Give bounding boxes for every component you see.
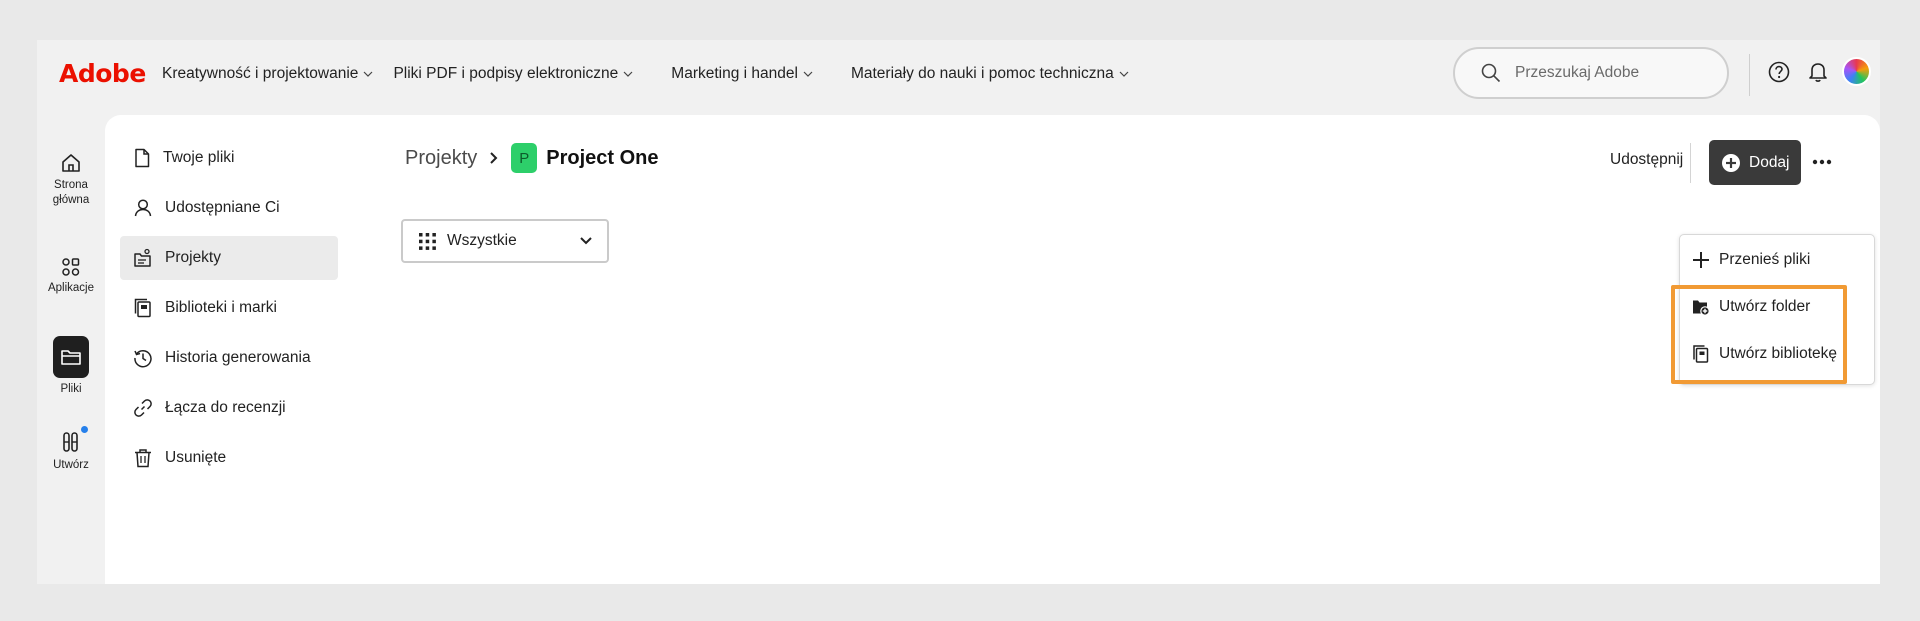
- sidebar-item-label: Łącza do recenzji: [165, 399, 286, 416]
- home-icon: [62, 154, 80, 172]
- chevron-down-icon: [1119, 71, 1129, 77]
- sidebar-item-label: Udostępniane Ci: [165, 199, 280, 216]
- notification-dot: [81, 426, 88, 433]
- folder-icon: [61, 350, 81, 365]
- trash-icon: [135, 449, 151, 468]
- chevron-right-icon: [490, 152, 498, 164]
- library-icon: [134, 298, 151, 318]
- menu-item-create-library[interactable]: Utwórz bibliotekę: [1692, 345, 1837, 363]
- help-icon[interactable]: [1768, 61, 1790, 83]
- chevron-down-icon: [364, 71, 373, 77]
- sidebar-item-history[interactable]: Historia generowania: [120, 336, 338, 380]
- sidebar-item-label: Usunięte: [165, 449, 227, 466]
- sidebar-item-label: Projekty: [165, 249, 221, 266]
- page-title: Project One: [546, 146, 659, 169]
- sidebar-item-deleted[interactable]: Usunięte: [120, 436, 338, 480]
- menu-item-label: Utwórz bibliotekę: [1719, 345, 1838, 362]
- sidebar-item-label: Twoje pliki: [163, 149, 235, 166]
- avatar[interactable]: [1842, 57, 1871, 86]
- top-bar: Adobe Kreatywność i projektowanie Pliki …: [37, 40, 1880, 110]
- sidebar-item-shared[interactable]: Udostępniane Ci: [120, 186, 338, 230]
- filter-selected-value: Wszystkie: [447, 232, 517, 249]
- add-menu: Przenieś pliki Utwórz folder Utwórz bibl…: [1679, 234, 1875, 385]
- app-window: Adobe Kreatywność i projektowanie Pliki …: [37, 40, 1880, 584]
- rail-label: Strona: [54, 179, 88, 191]
- search-box[interactable]: [1453, 47, 1729, 99]
- rail-active-indicator: [53, 336, 89, 378]
- chevron-down-icon: [803, 71, 813, 77]
- bell-icon[interactable]: [1808, 61, 1828, 83]
- files-sidebar: Twoje pliki Udostępniane Ci Projekty Bib…: [120, 136, 338, 486]
- search-icon: [1481, 63, 1501, 83]
- nav-creativity[interactable]: Kreatywność i projektowanie: [162, 65, 373, 83]
- plus-circle-icon: [1722, 153, 1740, 172]
- plus-icon: [1693, 252, 1709, 268]
- project-badge: P: [511, 143, 538, 173]
- new-folder-icon: [1693, 300, 1710, 316]
- share-button[interactable]: Udostępnij: [1610, 151, 1683, 169]
- link-icon: [134, 399, 152, 417]
- nav-label: Marketing i handel: [671, 65, 798, 82]
- main-panel: Twoje pliki Udostępniane Ci Projekty Bib…: [105, 115, 1880, 584]
- left-rail: Strona główna Aplikacje Pliki Utwórz: [37, 110, 105, 584]
- rail-files[interactable]: Pliki: [37, 336, 105, 397]
- divider: [1690, 143, 1691, 183]
- top-nav: Kreatywność i projektowanie Pliki PDF i …: [162, 65, 1129, 83]
- menu-item-label: Przenieś pliki: [1719, 251, 1811, 268]
- rail-create[interactable]: Utwórz: [37, 430, 105, 473]
- apps-icon: [62, 258, 80, 276]
- sidebar-item-review-links[interactable]: Łącza do recenzji: [120, 386, 338, 430]
- divider: [1749, 54, 1750, 96]
- sidebar-item-libraries[interactable]: Biblioteki i marki: [120, 286, 338, 330]
- sidebar-item-label: Biblioteki i marki: [165, 299, 277, 316]
- shared-user-icon: [134, 199, 152, 217]
- grid-icon: [419, 232, 436, 250]
- rail-label: Utwórz: [53, 459, 89, 471]
- rail-label: Pliki: [60, 383, 82, 395]
- nav-pdf[interactable]: Pliki PDF i podpisy elektroniczne: [393, 65, 633, 83]
- more-options-icon[interactable]: [1811, 152, 1833, 172]
- rail-apps[interactable]: Aplikacje: [37, 257, 105, 296]
- chevron-down-icon: [623, 71, 633, 77]
- nav-label: Materiały do nauki i pomoc techniczna: [850, 65, 1114, 82]
- nav-label: Kreatywność i projektowanie: [162, 65, 359, 82]
- sidebar-item-projects[interactable]: Projekty: [120, 236, 338, 280]
- chevron-down-icon: [580, 237, 592, 245]
- sidebar-item-your-files[interactable]: Twoje pliki: [120, 136, 338, 180]
- rail-label: główna: [52, 194, 90, 206]
- nav-learning[interactable]: Materiały do nauki i pomoc techniczna: [851, 65, 1129, 83]
- filter-dropdown[interactable]: Wszystkie: [401, 219, 609, 263]
- search-input[interactable]: [1513, 63, 1717, 83]
- add-button[interactable]: Dodaj: [1709, 140, 1801, 185]
- create-icon: [63, 432, 78, 452]
- file-icon: [135, 148, 150, 168]
- breadcrumb: Projekty P Project One: [405, 143, 659, 173]
- nav-label: Pliki PDF i podpisy elektroniczne: [393, 65, 619, 82]
- nav-marketing[interactable]: Marketing i handel: [671, 65, 813, 83]
- breadcrumb-parent[interactable]: Projekty: [405, 147, 477, 170]
- menu-item-label: Utwórz folder: [1719, 298, 1811, 315]
- rail-home[interactable]: Strona główna: [37, 152, 105, 208]
- adobe-logo[interactable]: Adobe: [59, 59, 146, 88]
- add-button-label: Dodaj: [1749, 153, 1790, 171]
- menu-item-move-files[interactable]: Przenieś pliki: [1692, 251, 1810, 269]
- new-library-icon: [1693, 345, 1709, 363]
- history-icon: [134, 349, 152, 368]
- rail-label: Aplikacje: [47, 282, 95, 294]
- sidebar-item-label: Historia generowania: [165, 349, 311, 366]
- projects-icon: [134, 248, 151, 267]
- menu-item-create-folder[interactable]: Utwórz folder: [1692, 298, 1810, 316]
